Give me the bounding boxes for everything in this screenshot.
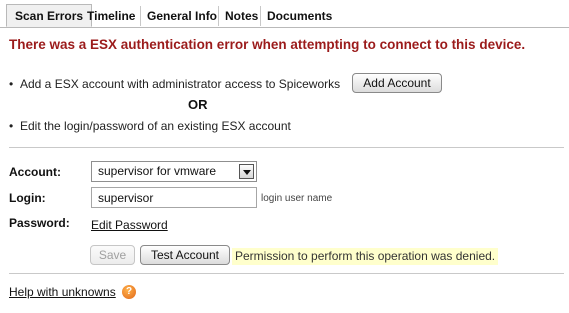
divider — [9, 273, 564, 274]
test-account-button[interactable]: Test Account — [140, 245, 230, 265]
or-separator: OR — [188, 97, 208, 112]
add-account-button[interactable]: Add Account — [352, 73, 442, 93]
account-select-value: supervisor for vmware — [98, 164, 217, 178]
status-message: Permission to perform this operation was… — [232, 248, 499, 265]
error-title: There was a ESX authentication error whe… — [9, 37, 526, 52]
bullet-icon: • — [9, 77, 14, 91]
tab-general-info[interactable]: General Info — [140, 6, 217, 26]
password-label: Password: — [9, 216, 70, 230]
bullet-icon: • — [9, 119, 14, 133]
account-label: Account: — [9, 165, 61, 179]
tab-timeline[interactable]: Timeline — [81, 6, 135, 26]
login-label: Login: — [9, 191, 46, 205]
save-button[interactable]: Save — [90, 245, 135, 265]
login-field[interactable] — [91, 187, 257, 208]
option-edit-account: • Edit the login/password of an existing … — [9, 119, 291, 133]
login-hint: login user name — [261, 193, 333, 204]
tab-scan-errors[interactable]: Scan Errors — [6, 4, 93, 27]
chevron-down-icon[interactable] — [239, 164, 254, 179]
tab-notes[interactable]: Notes — [218, 6, 258, 26]
tab-bar: Scan Errors Timeline General Info Notes … — [0, 0, 569, 28]
help-link[interactable]: Help with unknowns — [9, 285, 116, 299]
account-select[interactable]: supervisor for vmware — [91, 161, 257, 182]
option-add-text: Add a ESX account with administrator acc… — [20, 77, 341, 91]
divider — [9, 147, 564, 148]
option-add-account: • Add a ESX account with administrator ac… — [9, 77, 340, 91]
tab-documents[interactable]: Documents — [260, 6, 332, 26]
edit-password-link[interactable]: Edit Password — [91, 218, 168, 232]
option-edit-text: Edit the login/password of an existing E… — [20, 119, 291, 133]
help-icon[interactable]: ? — [122, 285, 136, 299]
